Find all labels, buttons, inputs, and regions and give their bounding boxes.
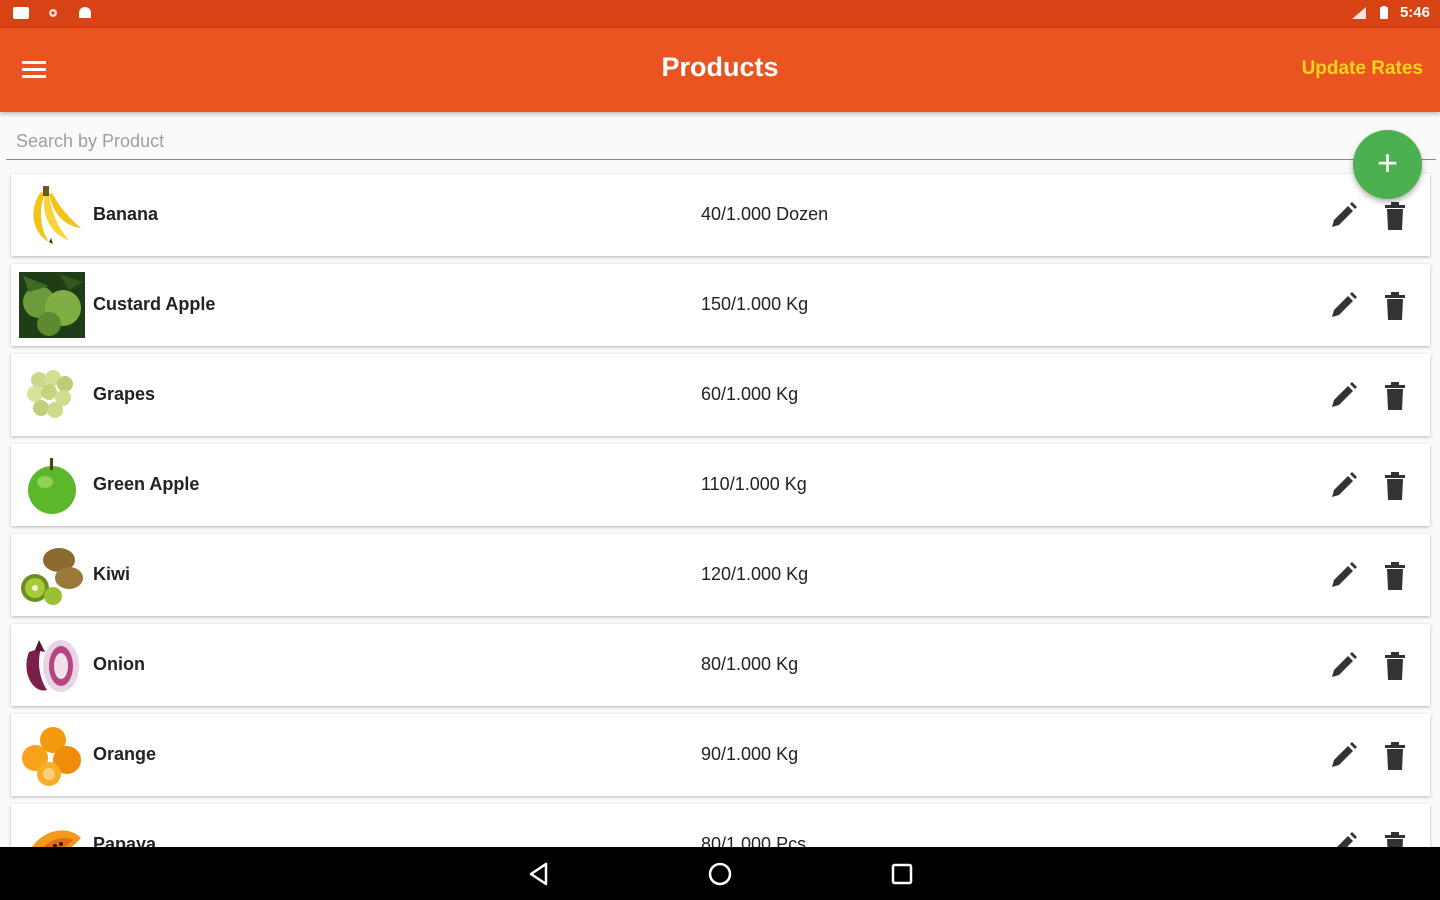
product-rate: 40/1.000 Dozen [701,204,829,224]
status-bar: 5:46 [0,0,1440,28]
delete-icon[interactable] [1381,650,1409,682]
product-name: Orange [93,744,157,764]
product-name: Banana [93,204,159,224]
delete-icon[interactable] [1381,470,1409,502]
battery-icon [1379,5,1388,19]
notification-icon [13,7,29,19]
green-apple-thumbnail [28,458,76,514]
product-rate: 60/1.000 Kg [701,384,799,404]
add-product-button[interactable]: + [1353,130,1422,199]
delete-icon[interactable] [1381,200,1409,232]
delete-icon[interactable] [1381,830,1409,847]
onion-thumbnail [26,640,79,692]
signal-icon [1351,6,1366,19]
recents-icon[interactable] [888,861,916,887]
product-row-orange[interactable]: Orange 90/1.000 Kg [11,714,1430,796]
product-row-grapes[interactable]: Grapes 60/1.000 Kg [11,354,1430,436]
product-row-green-apple[interactable]: Green Apple 110/1.000 Kg [11,444,1430,526]
product-rate: 150/1.000 Kg [701,294,809,314]
product-row-kiwi[interactable]: Kiwi 120/1.000 Kg [11,534,1430,616]
product-row-onion[interactable]: Onion 80/1.000 Kg [11,624,1430,706]
edit-icon[interactable] [1327,200,1359,232]
product-name: Onion [93,654,145,674]
edit-icon[interactable] [1327,470,1359,502]
edit-icon[interactable] [1327,650,1359,682]
app-bar: Products Update Rates [0,28,1440,112]
grapes-thumbnail [27,370,73,418]
product-rate: 80/1.000 Pcs [701,834,807,847]
kiwi-thumbnail [21,548,83,605]
custard-apple-thumbnail [19,272,85,338]
product-rate: 110/1.000 Kg [701,474,807,494]
delete-icon[interactable] [1381,290,1409,322]
product-rate: 80/1.000 Kg [701,654,799,674]
orange-thumbnail [22,727,81,786]
product-row-papaya[interactable]: Papaya 80/1.000 Pcs [11,804,1430,847]
product-row-custard-apple[interactable]: Custard Apple 150/1.000 Kg [11,264,1430,346]
product-name: Kiwi [93,564,131,584]
system-nav-bar [0,847,1440,900]
product-name: Papaya [93,834,157,847]
search-bar [6,124,1436,160]
product-row-banana[interactable]: Banana 40/1.000 Dozen [11,174,1430,256]
settings-notification-icon [49,9,57,17]
product-list: Banana 40/1.000 Dozen Custard Apple 150/… [0,172,1440,847]
banana-thumbnail [33,186,81,244]
page-title: Products [661,52,779,82]
edit-icon[interactable] [1327,740,1359,772]
product-name: Green Apple [93,474,200,494]
search-input[interactable] [6,124,1436,158]
edit-icon[interactable] [1327,290,1359,322]
edit-icon[interactable] [1327,380,1359,412]
clock: 5:46 [1399,4,1430,21]
update-rates-button[interactable]: Update Rates [1302,58,1423,80]
product-name: Custard Apple [93,294,216,314]
product-rate: 90/1.000 Kg [701,744,799,764]
delete-icon[interactable] [1381,740,1409,772]
product-rate: 120/1.000 Kg [701,564,809,584]
edit-icon[interactable] [1327,830,1359,847]
home-icon[interactable] [706,861,734,887]
delete-icon[interactable] [1381,380,1409,412]
delete-icon[interactable] [1381,560,1409,592]
android-notification-icon [79,7,91,18]
edit-icon[interactable] [1327,560,1359,592]
product-name: Grapes [93,384,156,404]
papaya-thumbnail [32,830,81,847]
back-icon[interactable] [526,861,554,887]
